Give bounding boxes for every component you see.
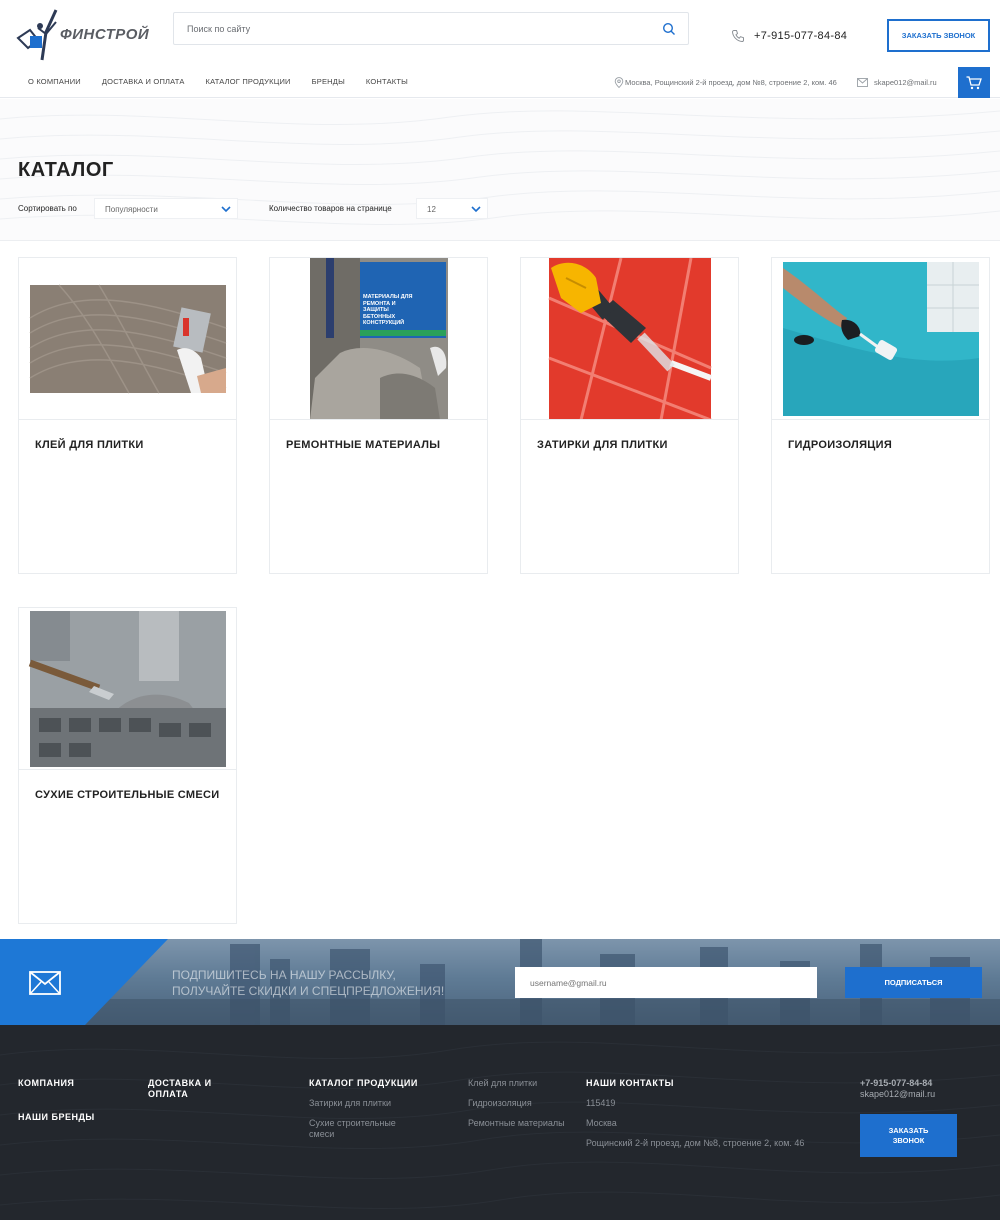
search-icon[interactable] bbox=[662, 22, 676, 36]
subscribe-button[interactable]: ПОДПИСАТЬСЯ bbox=[845, 967, 982, 998]
card-image bbox=[19, 258, 236, 420]
nav-item-brands[interactable]: БРЕНДЫ bbox=[312, 77, 345, 86]
subscribe-text-line1: ПОДПИШИТЕСЬ НА НАШУ РАССЫЛКУ, bbox=[172, 968, 396, 982]
catalog-header: КАТАЛОГ Сортировать по Популярности Коли… bbox=[0, 99, 1000, 241]
envelope-icon bbox=[29, 971, 61, 995]
card-image-caption: МАТЕРИАЛЫ ДЛЯ РЕМОНТА И ЗАЩИТЫ БЕТОННЫХ … bbox=[363, 294, 413, 326]
subscribe-email-field[interactable] bbox=[515, 967, 817, 998]
waterproofing-image bbox=[772, 258, 989, 419]
main-nav: О КОМПАНИИ ДОСТАВКА И ОПЛАТА КАТАЛОГ ПРО… bbox=[18, 77, 429, 86]
catalog-card-tile-adhesive[interactable]: КЛЕЙ ДЛЯ ПЛИТКИ bbox=[18, 257, 237, 574]
card-image bbox=[772, 258, 989, 420]
card-title: ГИДРОИЗОЛЯЦИЯ bbox=[788, 439, 893, 451]
footer-callback-button[interactable]: ЗАКАЗАТЬ ЗВОНОК bbox=[860, 1114, 957, 1157]
chevron-down-icon bbox=[471, 206, 481, 213]
grout-image bbox=[521, 258, 738, 419]
count-select-value: 12 bbox=[427, 205, 436, 214]
footer-contacts-heading: НАШИ КОНТАКТЫ bbox=[586, 1078, 674, 1088]
footer-link-brands[interactable]: НАШИ БРЕНДЫ bbox=[18, 1112, 95, 1123]
sort-select[interactable]: Популярности bbox=[94, 198, 238, 219]
logo-mark-icon bbox=[16, 9, 58, 61]
repair-materials-image bbox=[270, 258, 487, 419]
footer-link-repair-materials[interactable]: Ремонтные материалы bbox=[468, 1118, 565, 1129]
page-title: КАТАЛОГ bbox=[18, 159, 114, 181]
header-email[interactable]: skape012@mail.ru bbox=[874, 78, 937, 87]
logo[interactable]: ФИНСТРОЙ bbox=[16, 8, 150, 64]
footer-postcode: 115419 bbox=[586, 1098, 616, 1108]
card-image: МАТЕРИАЛЫ ДЛЯ РЕМОНТА И ЗАЩИТЫ БЕТОННЫХ … bbox=[270, 258, 487, 420]
cart-button[interactable] bbox=[958, 67, 990, 98]
chevron-down-icon bbox=[221, 206, 231, 213]
card-image bbox=[521, 258, 738, 420]
callback-button[interactable]: ЗАКАЗАТЬ ЗВОНОК bbox=[887, 19, 990, 52]
nav-item-catalog[interactable]: КАТАЛОГ ПРОДУКЦИИ bbox=[206, 77, 291, 86]
card-image bbox=[19, 608, 236, 770]
count-label: Количество товаров на странице bbox=[269, 204, 392, 213]
search-input[interactable] bbox=[174, 13, 644, 44]
footer-phone[interactable]: +7-915-077-84-84 bbox=[860, 1078, 932, 1088]
header-address: Москва, Рощинский 2-й проезд, дом №8, ст… bbox=[625, 78, 837, 87]
catalog-card-dry-mixes[interactable]: СУХИЕ СТРОИТЕЛЬНЫЕ СМЕСИ bbox=[18, 607, 237, 924]
nav-item-delivery[interactable]: ДОСТАВКА И ОПЛАТА bbox=[102, 77, 185, 86]
footer-catalog-heading[interactable]: КАТАЛОГ ПРОДУКЦИИ bbox=[309, 1078, 418, 1089]
nav-item-about[interactable]: О КОМПАНИИ bbox=[28, 77, 81, 86]
catalog-card-grout[interactable]: ЗАТИРКИ ДЛЯ ПЛИТКИ bbox=[520, 257, 739, 574]
footer-link-delivery[interactable]: ДОСТАВКА И ОПЛАТА bbox=[148, 1078, 238, 1100]
phone-icon bbox=[731, 30, 744, 43]
sort-select-value: Популярности bbox=[105, 205, 158, 214]
cart-icon bbox=[966, 75, 982, 89]
nav-item-contacts[interactable]: КОНТАКТЫ bbox=[366, 77, 408, 86]
site-header: ФИНСТРОЙ +7-915-077-84-84 ЗАКАЗАТЬ ЗВОНО… bbox=[0, 0, 1000, 98]
footer-street: Рощинский 2-й проезд, дом №8, строение 2… bbox=[586, 1138, 805, 1148]
footer-city: Москва bbox=[586, 1118, 617, 1128]
card-title: СУХИЕ СТРОИТЕЛЬНЫЕ СМЕСИ bbox=[35, 789, 220, 801]
header-phone[interactable]: +7-915-077-84-84 bbox=[754, 30, 847, 42]
location-pin-icon bbox=[614, 77, 624, 88]
footer-link-tile-adhesive[interactable]: Клей для плитки bbox=[468, 1078, 537, 1089]
search-box bbox=[173, 12, 689, 45]
site-footer: КОМПАНИЯ НАШИ БРЕНДЫ ДОСТАВКА И ОПЛАТА К… bbox=[0, 1025, 1000, 1220]
logo-text: ФИНСТРОЙ bbox=[60, 26, 150, 43]
footer-link-dry-mixes[interactable]: Сухие строительные смеси bbox=[309, 1118, 419, 1140]
catalog-card-repair-materials[interactable]: МАТЕРИАЛЫ ДЛЯ РЕМОНТА И ЗАЩИТЫ БЕТОННЫХ … bbox=[269, 257, 488, 574]
background-pattern bbox=[0, 110, 1000, 225]
footer-link-company[interactable]: КОМПАНИЯ bbox=[18, 1078, 74, 1089]
dry-mixes-image bbox=[19, 608, 236, 769]
card-title: КЛЕЙ ДЛЯ ПЛИТКИ bbox=[35, 439, 144, 451]
catalog-card-waterproofing[interactable]: ГИДРОИЗОЛЯЦИЯ bbox=[771, 257, 990, 574]
tile-adhesive-image bbox=[19, 258, 236, 419]
card-title: ЗАТИРКИ ДЛЯ ПЛИТКИ bbox=[537, 439, 668, 451]
card-title: РЕМОНТНЫЕ МАТЕРИАЛЫ bbox=[286, 439, 441, 451]
sort-label: Сортировать по bbox=[18, 204, 77, 213]
footer-link-grout[interactable]: Затирки для плитки bbox=[309, 1098, 391, 1109]
footer-callback-label: ЗАКАЗАТЬ ЗВОНОК bbox=[888, 1125, 929, 1145]
footer-link-waterproofing[interactable]: Гидроизоляция bbox=[468, 1098, 532, 1109]
count-select[interactable]: 12 bbox=[416, 198, 488, 219]
subscribe-banner: ПОДПИШИТЕСЬ НА НАШУ РАССЫЛКУ, ПОЛУЧАЙТЕ … bbox=[0, 939, 1000, 1025]
subscribe-text: ПОДПИШИТЕСЬ НА НАШУ РАССЫЛКУ, ПОЛУЧАЙТЕ … bbox=[172, 967, 472, 999]
subscribe-text-line2: ПОЛУЧАЙТЕ СКИДКИ И СПЕЦПРЕДЛОЖЕНИЯ! bbox=[172, 984, 445, 998]
footer-email[interactable]: skape012@mail.ru bbox=[860, 1089, 935, 1099]
mail-icon bbox=[857, 78, 868, 87]
